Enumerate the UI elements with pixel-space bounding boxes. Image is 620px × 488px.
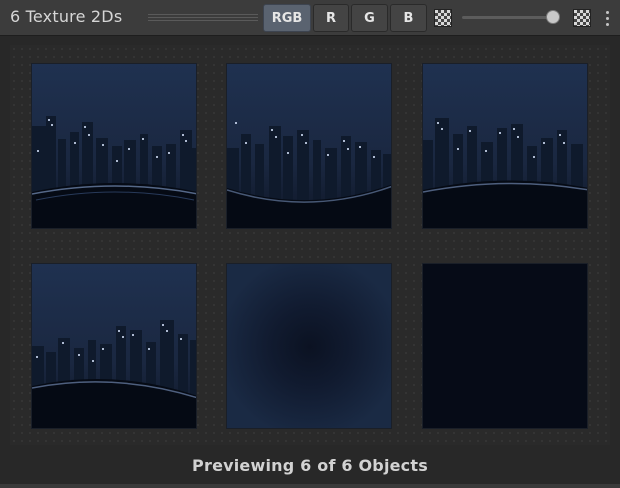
kebab-menu-icon[interactable] xyxy=(600,6,614,30)
channel-b-button[interactable]: B xyxy=(390,4,427,32)
texture-thumbnail-1[interactable] xyxy=(31,63,197,229)
drag-grip-icon[interactable] xyxy=(148,14,258,21)
preview-status-text: Previewing 6 of 6 Objects xyxy=(192,456,428,475)
city-night-image xyxy=(32,264,196,428)
texture-thumbnail-2[interactable] xyxy=(226,63,392,229)
alpha-high-checker-icon xyxy=(573,9,591,27)
channel-rgb-button[interactable]: RGB xyxy=(263,4,311,32)
texture-thumbnail-5[interactable] xyxy=(226,263,392,429)
city-night-image xyxy=(32,64,196,228)
city-night-image xyxy=(227,64,391,228)
preview-title: 6 Texture 2Ds xyxy=(10,7,123,26)
bottom-edge xyxy=(0,484,620,488)
dark-vignette-image xyxy=(227,264,391,428)
city-night-image xyxy=(423,64,587,228)
texture-preview-window: 6 Texture 2Ds RGB R G B Previewing 6 of … xyxy=(0,0,620,488)
texture-thumbnail-3[interactable] xyxy=(422,63,588,229)
alpha-low-checker-icon xyxy=(434,9,452,27)
alpha-slider-track[interactable] xyxy=(462,16,556,19)
solid-dark-image xyxy=(423,264,587,428)
alpha-slider-thumb[interactable] xyxy=(546,10,560,24)
channel-r-button[interactable]: R xyxy=(313,4,349,32)
channel-g-button[interactable]: G xyxy=(351,4,388,32)
texture-thumbnail-4[interactable] xyxy=(31,263,197,429)
preview-toolbar: 6 Texture 2Ds RGB R G B xyxy=(0,0,620,36)
texture-thumbnail-6[interactable] xyxy=(422,263,588,429)
